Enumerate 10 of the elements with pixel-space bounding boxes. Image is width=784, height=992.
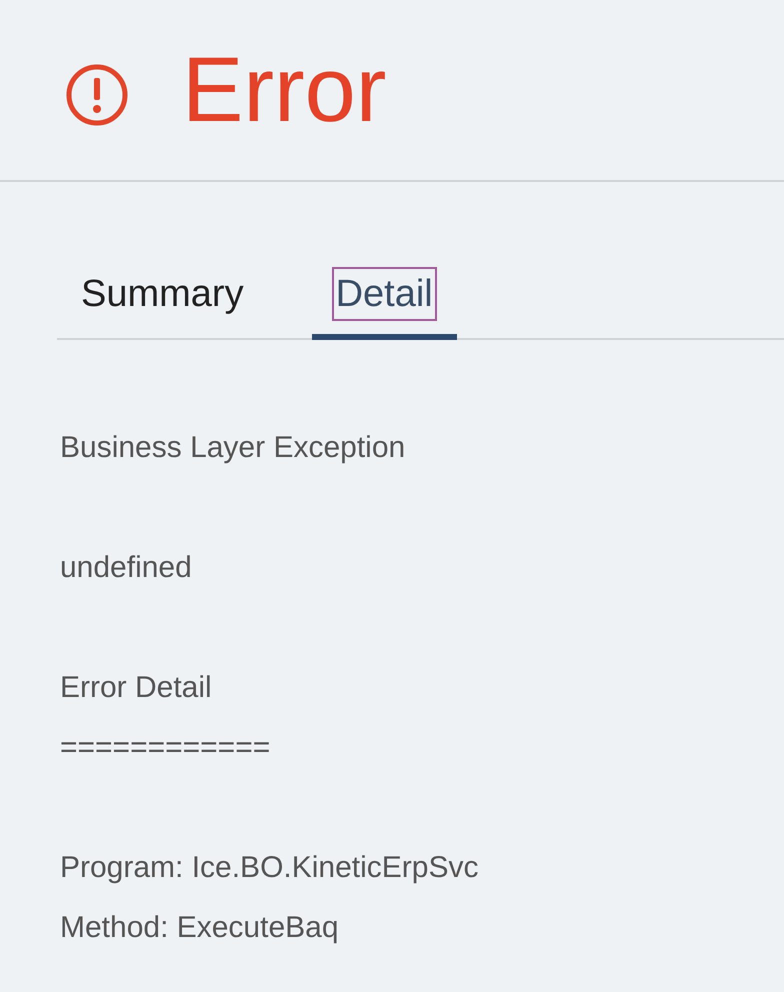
detail-line: ============ (60, 730, 272, 766)
error-icon (64, 62, 130, 128)
detail-line: undefined (60, 550, 193, 586)
detail-line: Error Detail (60, 670, 213, 706)
detail-line: Method: ExecuteBaq (60, 910, 340, 946)
tab[interactable]: Detail (312, 254, 457, 340)
detail-line: Program: Ice.BO.KineticErpSvc (60, 850, 480, 886)
error-title: Error (182, 44, 386, 136)
tab[interactable]: Summary (57, 254, 268, 340)
detail-line: Business Layer Exception (60, 430, 406, 466)
